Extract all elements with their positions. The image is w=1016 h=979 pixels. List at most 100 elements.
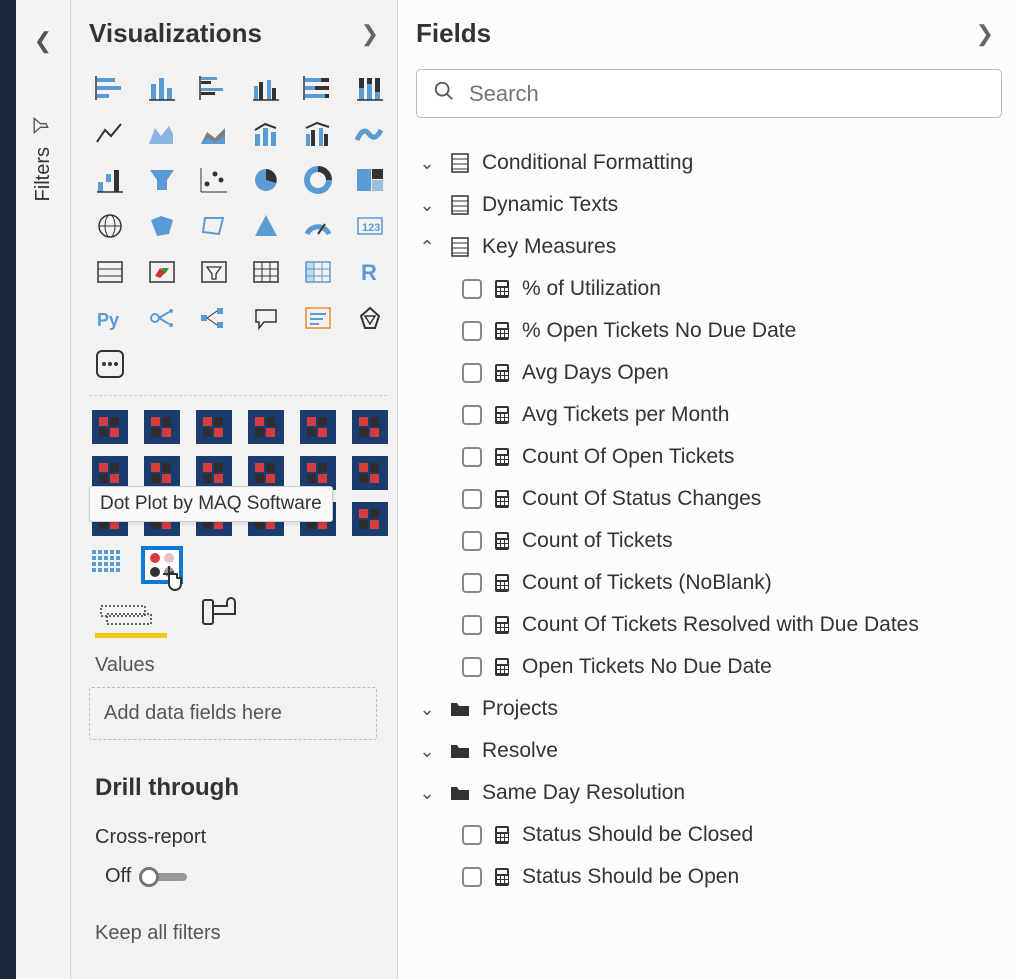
active-tab-underline	[95, 633, 167, 638]
qna-icon[interactable]	[245, 299, 287, 337]
field-measure-row[interactable]: Status Should be Closed	[416, 814, 1002, 856]
field-checkbox[interactable]	[462, 363, 482, 383]
fields-tab-icon[interactable]	[99, 596, 169, 630]
gauge-icon[interactable]	[297, 207, 339, 245]
ribbon-chart-icon[interactable]	[349, 115, 391, 153]
kpi-icon[interactable]	[141, 253, 183, 291]
custom-visual-icon[interactable]	[245, 408, 287, 446]
field-measure-row[interactable]: % of Utilization	[416, 268, 1002, 310]
custom-visual-icon[interactable]	[349, 454, 391, 492]
stacked-bar-chart-icon[interactable]	[89, 69, 131, 107]
table-icon[interactable]	[245, 253, 287, 291]
field-measure-row[interactable]: Count Of Status Changes	[416, 478, 1002, 520]
collapse-filters-icon[interactable]: ❮	[34, 28, 52, 54]
donut-chart-icon[interactable]	[297, 161, 339, 199]
line-chart-icon[interactable]	[89, 115, 131, 153]
filled-map-icon[interactable]	[141, 207, 183, 245]
fields-title: Fields	[416, 18, 491, 49]
azure-map-icon[interactable]	[245, 207, 287, 245]
field-measure-row[interactable]: % Open Tickets No Due Date	[416, 310, 1002, 352]
slicer-icon[interactable]	[193, 253, 235, 291]
scatter-chart-icon[interactable]	[193, 161, 235, 199]
more-visuals-icon[interactable]	[89, 345, 131, 383]
field-checkbox[interactable]	[462, 405, 482, 425]
folder-icon	[450, 698, 470, 720]
field-measure-row[interactable]: Count of Tickets	[416, 520, 1002, 562]
field-measure-row[interactable]: Count Of Tickets Resolved with Due Dates	[416, 604, 1002, 646]
line-clustered-column-icon[interactable]	[297, 115, 339, 153]
toggle-state-label: Off	[105, 865, 131, 888]
key-influencers-icon[interactable]	[141, 299, 183, 337]
field-table-row[interactable]: ⌄Dynamic Texts	[416, 184, 1002, 226]
hundred-stacked-column-icon[interactable]	[349, 69, 391, 107]
field-checkbox[interactable]	[462, 825, 482, 845]
smart-narrative-icon[interactable]	[297, 299, 339, 337]
collapse-fields-icon[interactable]: ❯	[976, 21, 994, 47]
custom-visual-icon[interactable]	[89, 408, 131, 446]
measure-icon	[492, 530, 512, 552]
dot-plot-visual-icon[interactable]	[141, 546, 183, 584]
fields-list: ⌄Conditional Formatting⌄Dynamic Texts⌃Ke…	[416, 142, 1002, 898]
table-icon	[450, 236, 470, 258]
clustered-column-chart-icon[interactable]	[245, 69, 287, 107]
field-checkbox[interactable]	[462, 867, 482, 887]
field-table-row[interactable]: ⌄Same Day Resolution	[416, 772, 1002, 814]
stacked-column-chart-icon[interactable]	[141, 69, 183, 107]
multi-row-card-icon[interactable]	[89, 253, 131, 291]
paginated-report-icon[interactable]	[349, 299, 391, 337]
field-checkbox[interactable]	[462, 279, 482, 299]
python-visual-icon[interactable]: Py	[89, 299, 131, 337]
field-checkbox[interactable]	[462, 489, 482, 509]
field-measure-row[interactable]: Count of Tickets (NoBlank)	[416, 562, 1002, 604]
line-stacked-column-icon[interactable]	[245, 115, 287, 153]
custom-visual-icon[interactable]	[193, 408, 235, 446]
field-table-row[interactable]: ⌄Conditional Formatting	[416, 142, 1002, 184]
field-table-row[interactable]: ⌄Projects	[416, 688, 1002, 730]
filter-icon	[32, 117, 55, 135]
filters-rail: ❮ Filters	[16, 0, 71, 979]
table-icon	[450, 194, 470, 216]
hundred-stacked-bar-icon[interactable]	[297, 69, 339, 107]
custom-visual-icon[interactable]	[297, 408, 339, 446]
decomposition-tree-icon[interactable]	[193, 299, 235, 337]
waterfall-chart-icon[interactable]	[89, 161, 131, 199]
area-chart-icon[interactable]	[141, 115, 183, 153]
measure-name: Open Tickets No Due Date	[522, 655, 772, 679]
r-visual-icon[interactable]: R	[349, 253, 391, 291]
collapse-visualizations-icon[interactable]: ❯	[361, 21, 379, 47]
field-measure-row[interactable]: Open Tickets No Due Date	[416, 646, 1002, 688]
cross-report-label: Cross-report	[95, 826, 387, 849]
stacked-area-chart-icon[interactable]	[193, 115, 235, 153]
field-checkbox[interactable]	[462, 573, 482, 593]
map-icon[interactable]	[89, 207, 131, 245]
pie-chart-icon[interactable]	[245, 161, 287, 199]
filters-rail-label: Filters	[32, 147, 55, 201]
matrix-icon[interactable]	[297, 253, 339, 291]
field-checkbox[interactable]	[462, 615, 482, 635]
search-input[interactable]	[469, 81, 985, 107]
custom-visual-icon[interactable]	[349, 500, 391, 538]
field-measure-row[interactable]: Avg Days Open	[416, 352, 1002, 394]
field-table-row[interactable]: ⌃Key Measures	[416, 226, 1002, 268]
custom-visual-icon[interactable]	[349, 408, 391, 446]
clustered-bar-chart-icon[interactable]	[193, 69, 235, 107]
funnel-chart-icon[interactable]	[141, 161, 183, 199]
fields-search[interactable]	[416, 69, 1002, 118]
card-icon[interactable]: 123	[349, 207, 391, 245]
field-checkbox[interactable]	[462, 531, 482, 551]
treemap-icon[interactable]	[349, 161, 391, 199]
table-name: Dynamic Texts	[482, 193, 618, 217]
field-measure-row[interactable]: Avg Tickets per Month	[416, 394, 1002, 436]
field-checkbox[interactable]	[462, 657, 482, 677]
field-table-row[interactable]: ⌄Resolve	[416, 730, 1002, 772]
values-drop-zone[interactable]: Add data fields here	[89, 687, 377, 740]
field-measure-row[interactable]: Count Of Open Tickets	[416, 436, 1002, 478]
field-measure-row[interactable]: Status Should be Open	[416, 856, 1002, 898]
grid-visual-icon[interactable]	[89, 546, 131, 584]
shape-map-icon[interactable]	[193, 207, 235, 245]
field-checkbox[interactable]	[462, 321, 482, 341]
field-checkbox[interactable]	[462, 447, 482, 467]
cross-report-toggle[interactable]: Off	[105, 865, 387, 888]
format-tab-icon[interactable]	[199, 596, 239, 630]
custom-visual-icon[interactable]	[141, 408, 183, 446]
